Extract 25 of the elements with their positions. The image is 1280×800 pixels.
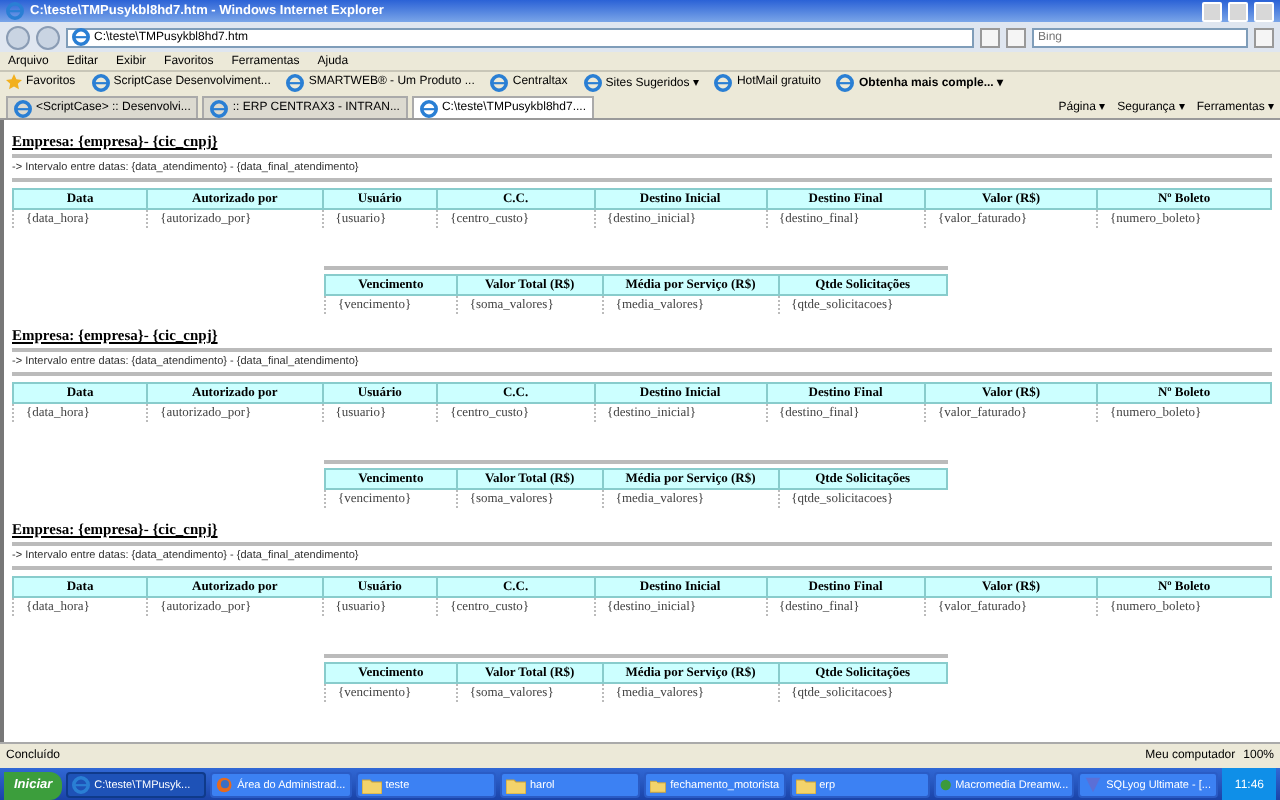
back-button[interactable] — [6, 25, 30, 49]
forward-button[interactable] — [36, 25, 60, 49]
page-icon — [836, 73, 855, 91]
folder-icon — [650, 777, 667, 793]
minimize-button[interactable] — [1202, 1, 1222, 21]
app-icon — [1084, 776, 1103, 794]
app-icon — [939, 776, 952, 794]
browser-icon — [72, 776, 91, 794]
browser-icon — [6, 2, 24, 20]
page-icon — [419, 99, 438, 117]
page-icon — [91, 73, 110, 91]
close-button[interactable] — [1254, 1, 1274, 21]
page-icon — [583, 73, 602, 91]
maximize-button[interactable] — [1228, 1, 1248, 21]
page-icon — [490, 73, 509, 91]
folder-icon — [361, 777, 382, 793]
page-icon — [714, 73, 733, 91]
star-icon — [6, 74, 22, 90]
globe-icon — [216, 776, 234, 794]
page-icon — [72, 28, 90, 46]
folder-icon — [795, 777, 816, 793]
page-icon — [14, 99, 32, 117]
page-icon — [210, 99, 229, 117]
folder-icon — [506, 777, 526, 793]
page-icon — [286, 73, 305, 91]
